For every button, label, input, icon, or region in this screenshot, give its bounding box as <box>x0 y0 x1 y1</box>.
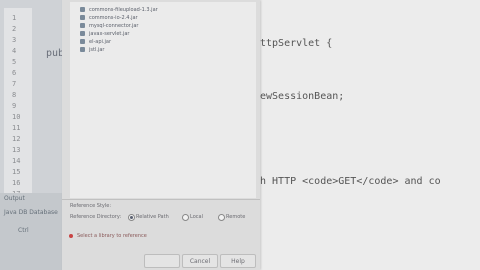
line-number-gutter: 1234567891011121314151617 <box>4 8 32 208</box>
line-number: 9 <box>12 102 17 110</box>
code-editor[interactable]: ttpServlet { ewSessionBean; h HTTP <code… <box>260 0 480 270</box>
jar-icon <box>80 47 85 52</box>
ide-left-panel: 1234567891011121314151617 pub Output Jav… <box>0 0 70 270</box>
list-item-label: mysql-connector.jar <box>89 22 139 29</box>
radio-relative-path[interactable] <box>128 214 135 221</box>
line-number: 8 <box>12 91 17 99</box>
library-list[interactable]: commons-fileupload-1.3.jar commons-io-2.4… <box>70 2 256 198</box>
ok-button[interactable] <box>144 254 180 268</box>
cancel-button[interactable]: Cancel <box>182 254 218 268</box>
error-icon <box>69 234 73 238</box>
line-number: 14 <box>12 157 21 165</box>
list-item[interactable]: commons-fileupload-1.3.jar <box>80 6 158 13</box>
code-line: h HTTP <code>GET</code> and co <box>260 176 441 187</box>
jar-icon <box>80 31 85 36</box>
line-number: 7 <box>12 80 17 88</box>
list-item-label: el-api.jar <box>89 38 111 45</box>
line-number: 16 <box>12 179 21 187</box>
side-item: Ctrl <box>18 227 29 234</box>
list-item[interactable]: jstl.jar <box>80 46 104 53</box>
line-number: 12 <box>12 135 21 143</box>
line-number: 5 <box>12 58 17 66</box>
list-item-label: commons-io-2.4.jar <box>89 14 138 21</box>
list-item[interactable]: javax-servlet.jar <box>80 30 129 37</box>
error-message: Select a library to reference <box>77 233 147 239</box>
jar-icon <box>80 39 85 44</box>
line-number: 11 <box>12 124 21 132</box>
list-item-label: javax-servlet.jar <box>89 30 130 37</box>
list-item-label: jstl.jar <box>89 46 105 53</box>
code-line: ewSessionBean; <box>260 91 345 102</box>
dialog-separator <box>62 199 260 200</box>
line-number: 1 <box>12 14 17 22</box>
reference-style-heading: Reference Style: <box>70 203 112 209</box>
database-tab[interactable]: Java DB Database <box>4 209 58 216</box>
line-number: 4 <box>12 47 17 55</box>
line-number: 3 <box>12 36 17 44</box>
radio-relative-path-label: Relative Path <box>136 214 169 220</box>
reference-directory-label: Reference Directory: <box>70 214 122 220</box>
radio-local[interactable] <box>182 214 189 221</box>
line-number: 13 <box>12 146 21 154</box>
radio-local-label: Local <box>190 214 203 220</box>
line-number: 2 <box>12 25 17 33</box>
code-line: ttpServlet { <box>260 38 333 49</box>
list-item-label: commons-fileupload-1.3.jar <box>89 6 158 13</box>
list-item[interactable]: commons-io-2.4.jar <box>80 14 138 21</box>
line-number: 10 <box>12 113 21 121</box>
list-item[interactable]: el-api.jar <box>80 38 111 45</box>
jar-icon <box>80 7 85 12</box>
ide-output-panel: Output Java DB Database Ctrl <box>0 193 70 270</box>
jar-icon <box>80 15 85 20</box>
jar-icon <box>80 23 85 28</box>
help-button[interactable]: Help <box>220 254 256 268</box>
list-item[interactable]: mysql-connector.jar <box>80 22 139 29</box>
radio-remote-label: Remote <box>226 214 246 220</box>
reference-options: Reference Style: Reference Directory: Re… <box>66 203 256 247</box>
radio-remote[interactable] <box>218 214 225 221</box>
output-tab[interactable]: Output <box>4 195 25 202</box>
line-number: 6 <box>12 69 17 77</box>
line-number: 15 <box>12 168 21 176</box>
add-library-dialog: commons-fileupload-1.3.jar commons-io-2.4… <box>62 0 260 270</box>
